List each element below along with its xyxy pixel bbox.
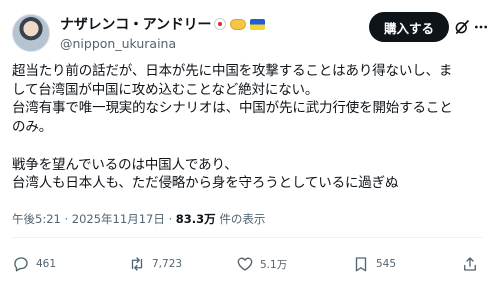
author-info[interactable]: ナザレンコ・アンドリー @nippon_ukuraina [60,14,266,51]
tweet-line: のみ。 [12,119,53,136]
tweet-header: ナザレンコ・アンドリー @nippon_ukuraina 購入する [10,10,487,54]
japan-flag-icon [214,18,227,30]
action-bar: 461 7,723 5.1万 545 [12,254,483,274]
divider [12,237,483,238]
grok-icon[interactable] [453,18,471,36]
heart-icon [237,257,253,271]
tweet-line: して台湾国が中国に攻め込むことなど絶対にない。 [12,81,319,98]
like-button[interactable]: 5.1万 [236,254,287,274]
view-count: 83.3万 [175,212,216,226]
tweet-text: 超当たり前の話だが、日本が先に中国を攻撃することはあり得ないし、ま して台湾国が… [12,62,490,193]
bookmark-icon [355,257,367,272]
reply-count: 461 [36,258,57,270]
bookmark-count: 545 [376,258,397,270]
repost-icon [131,257,143,271]
tweet-meta: 午後5:21 · 2025年11月17日 · 83.3万 件の表示 [12,211,265,227]
handshake-icon [230,18,247,30]
share-button[interactable] [461,254,479,274]
tweet-line: 台湾有事で唯一現実的なシナリオは、中国が先に武力行使を開始すること [12,100,453,117]
display-name-row: ナザレンコ・アンドリー [60,14,266,34]
like-count: 5.1万 [260,258,288,271]
reply-button[interactable]: 461 [12,254,56,274]
user-handle[interactable]: @nippon_ukuraina [60,36,265,51]
reply-icon [14,257,28,272]
share-icon [464,257,476,271]
display-name[interactable]: ナザレンコ・アンドリー [60,14,211,34]
repost-button[interactable]: 7,723 [128,254,182,274]
tweet-line: 台湾人も日本人も、ただ侵略から身を守ろうとしているに過ぎぬ [12,175,399,192]
view-label: 件の表示 [215,212,266,226]
buy-button[interactable]: 購入する [369,12,449,42]
bookmark-button[interactable]: 545 [352,254,396,274]
tweet-line: 超当たり前の話だが、日本が先に中国を攻撃することはあり得ないし、ま [12,63,453,79]
more-icon[interactable] [473,19,489,35]
ukraine-flag-icon [250,18,266,30]
tweet-line: 戦争を望んでいるのは中国人であり、 [12,156,238,173]
repost-count: 7,723 [152,258,183,270]
timestamp[interactable]: 午後5:21 · 2025年11月17日 · [12,212,176,226]
avatar[interactable] [12,14,50,52]
